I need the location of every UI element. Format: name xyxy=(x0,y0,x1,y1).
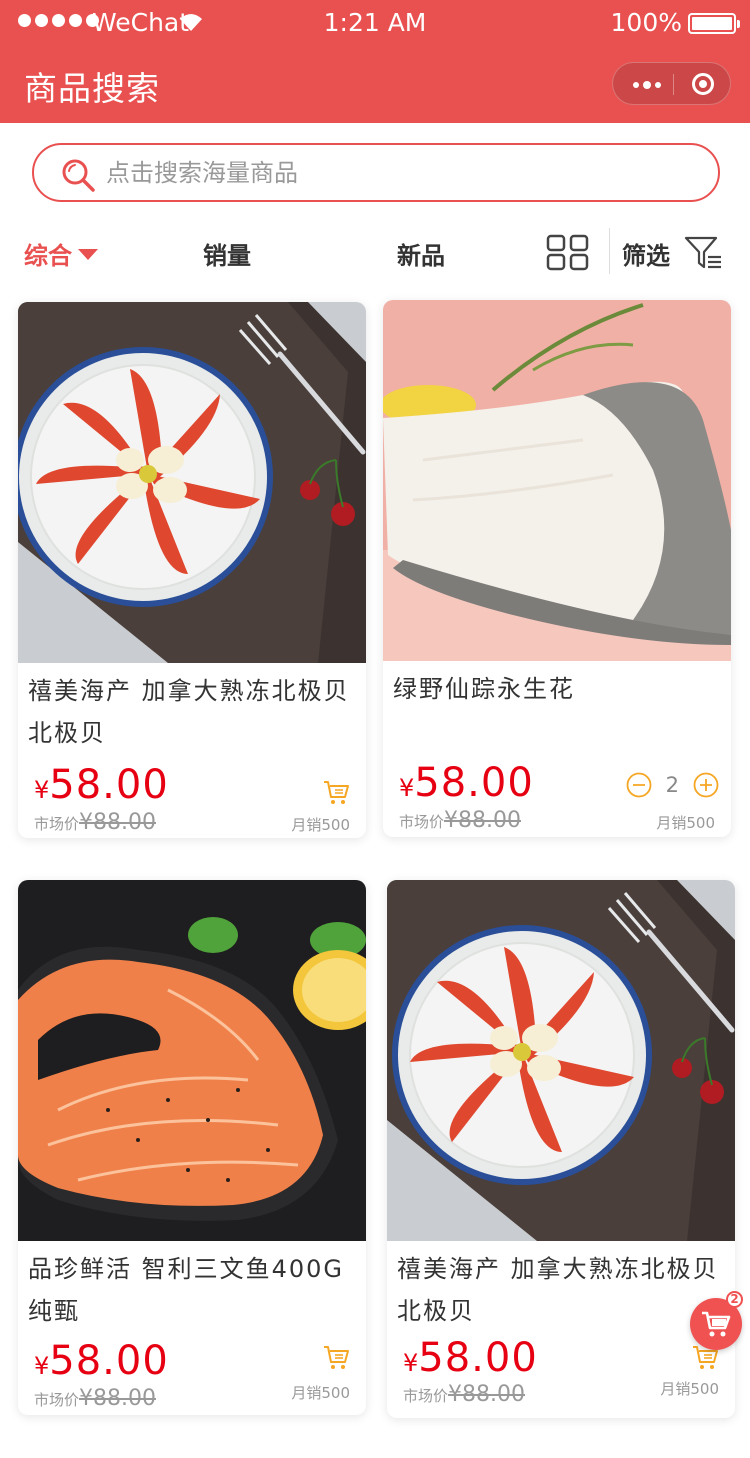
search-input[interactable] xyxy=(106,153,686,193)
sort-bar: 综合 销量 新品 筛选 xyxy=(0,220,750,282)
add-to-cart-icon[interactable] xyxy=(322,778,350,806)
quantity-stepper: 2 xyxy=(626,770,719,800)
price-value: 58.00 xyxy=(414,760,534,806)
plus-icon[interactable] xyxy=(693,772,719,798)
product-card[interactable]: 禧美海产 加拿大熟冻北极贝北极贝 ¥58.00 市场价¥88.00 月销500 xyxy=(18,302,366,838)
yen-symbol: ¥ xyxy=(34,776,50,804)
market-price-label: 市场价 xyxy=(34,1391,80,1409)
filter-icon[interactable] xyxy=(684,235,724,271)
sort-comprehensive[interactable]: 综合 xyxy=(24,236,98,271)
market-price: 市场价¥88.00 xyxy=(34,810,156,835)
page-title: 商品搜索 xyxy=(24,69,160,108)
market-price-value: ¥88.00 xyxy=(79,810,156,835)
miniprogram-capsule xyxy=(612,62,731,105)
product-card[interactable]: 品珍鲜活 智利三文鱼400G纯甄 ¥58.00 市场价¥88.00 月销500 xyxy=(18,880,366,1415)
sort-sales[interactable]: 销量 xyxy=(203,236,251,271)
monthly-sales: 月销500 xyxy=(291,816,350,834)
sort-new[interactable]: 新品 xyxy=(397,236,445,271)
market-price-value: ¥88.00 xyxy=(444,808,521,833)
monthly-sales: 月销500 xyxy=(660,1380,719,1398)
market-price-label: 市场价 xyxy=(34,815,80,833)
add-to-cart-icon[interactable] xyxy=(322,1343,350,1371)
monthly-sales: 月销500 xyxy=(656,814,715,832)
cart-count-badge: 2 xyxy=(726,1291,743,1308)
cart-icon xyxy=(702,1311,731,1337)
yen-symbol: ¥ xyxy=(34,1352,50,1380)
product-title[interactable]: 绿野仙踪永生花 xyxy=(393,668,728,710)
price-value: 58.00 xyxy=(49,762,169,808)
filter-divider xyxy=(609,228,610,274)
sort-comprehensive-label: 综合 xyxy=(24,242,72,270)
caret-down-icon xyxy=(78,249,98,260)
capsule-divider xyxy=(673,74,674,95)
top-bar: WeChat 1:21 AM 100% 商品搜索 xyxy=(0,0,750,123)
product-card[interactable]: 绿野仙踪永生花 ¥58.00 市场价¥88.00 2 月销500 xyxy=(383,300,731,837)
more-icon[interactable] xyxy=(633,81,661,89)
product-price: ¥58.00 xyxy=(399,760,534,806)
battery-percent: 100% xyxy=(610,8,682,37)
yen-symbol: ¥ xyxy=(403,1349,419,1377)
minus-icon[interactable] xyxy=(626,772,652,798)
market-price-label: 市场价 xyxy=(403,1387,449,1405)
market-price: 市场价¥88.00 xyxy=(399,808,521,833)
product-title[interactable]: 品珍鲜活 智利三文鱼400G纯甄 xyxy=(28,1248,363,1332)
status-bar: WeChat 1:21 AM 100% xyxy=(0,0,750,46)
product-price: ¥58.00 xyxy=(403,1335,538,1381)
market-price: 市场价¥88.00 xyxy=(34,1386,156,1411)
yen-symbol: ¥ xyxy=(399,774,415,802)
product-image-scallop[interactable] xyxy=(387,880,735,1241)
product-title[interactable]: 禧美海产 加拿大熟冻北极贝北极贝 xyxy=(28,670,363,754)
market-price: 市场价¥88.00 xyxy=(403,1382,525,1407)
close-target-icon[interactable] xyxy=(692,73,714,95)
market-price-value: ¥88.00 xyxy=(448,1382,525,1407)
product-card[interactable]: 禧美海产 加拿大熟冻北极贝北极贝 ¥58.00 市场价¥88.00 月销500 xyxy=(387,880,735,1418)
product-price: ¥58.00 xyxy=(34,1338,169,1384)
market-price-label: 市场价 xyxy=(399,813,445,831)
battery-icon xyxy=(688,13,740,34)
filter-button[interactable]: 筛选 xyxy=(622,236,670,271)
price-value: 58.00 xyxy=(49,1338,169,1384)
quantity-value: 2 xyxy=(665,773,679,797)
product-title[interactable]: 禧美海产 加拿大熟冻北极贝北极贝 xyxy=(397,1248,732,1332)
search-bar[interactable] xyxy=(32,143,720,202)
monthly-sales: 月销500 xyxy=(291,1384,350,1402)
market-price-value: ¥88.00 xyxy=(79,1386,156,1411)
product-image-scallop[interactable] xyxy=(18,302,366,663)
search-icon xyxy=(62,159,95,192)
grid-view-icon[interactable] xyxy=(546,234,590,272)
product-image-salmon[interactable] xyxy=(18,880,366,1241)
product-image-cod[interactable] xyxy=(383,300,731,661)
price-value: 58.00 xyxy=(418,1335,538,1381)
product-price: ¥58.00 xyxy=(34,762,169,808)
